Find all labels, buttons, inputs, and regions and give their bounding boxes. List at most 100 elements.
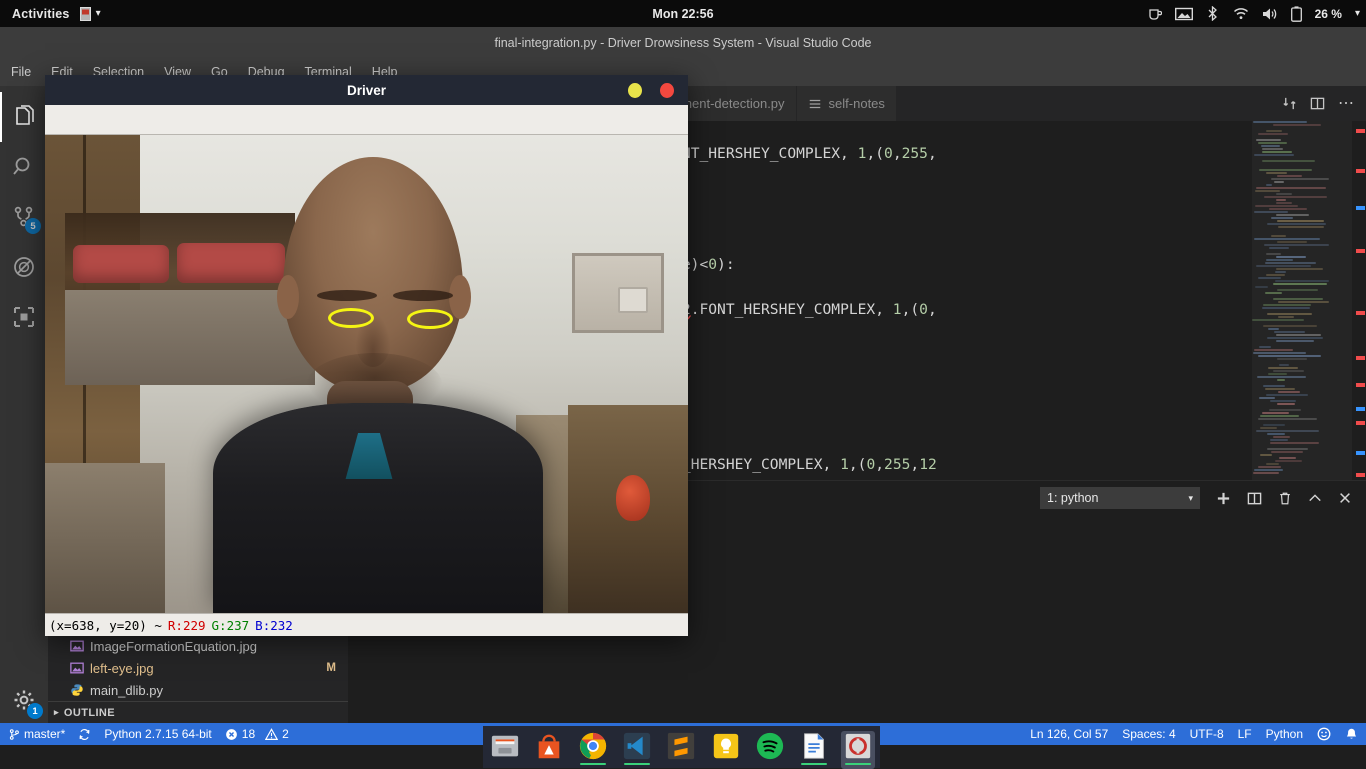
screenshot-icon[interactable] — [1175, 7, 1193, 21]
overview-ruler-mark — [1356, 473, 1365, 477]
error-icon — [225, 728, 238, 741]
code-token: , — [893, 145, 902, 162]
activities-button[interactable]: Activities — [0, 7, 80, 21]
overview-ruler-mark — [1356, 311, 1365, 315]
running-indicator — [845, 763, 871, 766]
overview-ruler-mark — [1356, 451, 1365, 455]
manage-badge: 1 — [27, 703, 43, 719]
list-icon — [808, 97, 822, 111]
app-menu[interactable]: ▾ — [80, 7, 101, 21]
status-problems[interactable]: 18 2 — [225, 727, 289, 741]
kill-terminal-icon[interactable] — [1278, 491, 1292, 506]
driver-window-title: Driver — [347, 83, 386, 98]
wifi-icon[interactable] — [1233, 7, 1249, 20]
status-eol[interactable]: LF — [1238, 727, 1252, 741]
files-icon — [13, 105, 37, 129]
overview-ruler-mark — [1356, 356, 1365, 360]
more-actions-icon[interactable]: ⋯ — [1338, 99, 1354, 109]
split-editor-icon[interactable] — [1310, 96, 1325, 111]
status-branch[interactable]: master* — [8, 727, 65, 741]
tab-self-notes[interactable]: self-notes — [797, 86, 897, 121]
sidebar-item-source-control[interactable]: 5 — [0, 192, 48, 242]
new-terminal-icon[interactable] — [1216, 491, 1231, 506]
list-item[interactable]: ImageFormationEquation.jpg — [48, 635, 348, 657]
dock-item-notes[interactable] — [709, 731, 743, 769]
split-terminal-icon[interactable] — [1247, 491, 1262, 506]
left-eye-marker — [328, 308, 374, 328]
dock-item-ubuntu-software[interactable] — [532, 731, 566, 769]
outline-section-header[interactable]: ▸ OUTLINE — [48, 701, 348, 723]
overview-ruler-mark — [1356, 249, 1365, 253]
status-bar-right: Ln 126, Col 57 Spaces: 4 UTF-8 LF Python — [1030, 727, 1358, 741]
code-token: 0 — [866, 456, 875, 473]
overview-ruler-mark — [1356, 421, 1365, 425]
red-object — [616, 475, 650, 521]
bluetooth-icon[interactable] — [1206, 6, 1220, 21]
driver-window-controls — [628, 83, 674, 98]
overview-ruler-mark — [1356, 129, 1365, 133]
branch-name: master* — [24, 727, 65, 741]
editor-tab-actions: ⋯ — [1282, 86, 1362, 121]
status-sync[interactable] — [78, 728, 91, 741]
code-token: 0 — [919, 301, 928, 318]
list-item[interactable]: main_dlib.py — [48, 679, 348, 701]
pixel-coordinates: (x=638, y=20) ~ — [49, 618, 162, 633]
chevron-right-icon: ▸ — [54, 707, 59, 718]
dock-item-document[interactable] — [797, 731, 831, 769]
sidebar-item-search[interactable] — [0, 142, 48, 192]
python-file-icon — [70, 683, 84, 697]
driver-window[interactable]: Driver — [45, 75, 688, 636]
file-name: main_dlib.py — [90, 683, 330, 698]
vscode-icon — [622, 731, 652, 761]
driver-toolbar[interactable] — [45, 105, 688, 135]
close-panel-icon[interactable] — [1338, 491, 1352, 505]
eyebrow-left — [317, 290, 377, 301]
code-token: 0 — [884, 145, 893, 162]
dock-item-sublime-text[interactable] — [664, 731, 698, 769]
minimize-button[interactable] — [628, 83, 642, 98]
status-interpreter[interactable]: Python 2.7.15 64-bit — [104, 727, 211, 741]
caffeine-icon[interactable] — [1148, 6, 1162, 22]
warning-icon — [265, 728, 278, 741]
terminal-select[interactable]: 1: python ▾ — [1040, 487, 1200, 509]
status-indentation[interactable]: Spaces: 4 — [1122, 727, 1175, 741]
dock-item-opencv-window[interactable] — [841, 731, 875, 769]
battery-percentage: 26 % — [1315, 7, 1342, 21]
status-cursor-position[interactable]: Ln 126, Col 57 — [1030, 727, 1108, 741]
split-vertical-icon[interactable] — [1282, 96, 1297, 111]
dock-item-vscode[interactable] — [620, 731, 654, 769]
bell-icon[interactable] — [1345, 727, 1358, 741]
close-button[interactable] — [660, 83, 674, 98]
list-item[interactable]: left-eye.jpg M — [48, 657, 348, 679]
battery-icon[interactable] — [1291, 6, 1302, 22]
git-status: M — [326, 662, 336, 674]
status-encoding[interactable]: UTF-8 — [1190, 727, 1224, 741]
status-language-mode[interactable]: Python — [1266, 727, 1303, 741]
webcam-feed[interactable] — [45, 135, 688, 613]
code-token: ,( — [866, 145, 884, 162]
sidebar-item-debug[interactable] — [0, 242, 48, 292]
manage-settings-button[interactable]: 1 — [0, 683, 48, 717]
gnome-top-bar: Activities ▾ Mon 22:56 — [0, 0, 1366, 27]
vscode-title-bar: final-integration.py - Driver Drowsiness… — [0, 27, 1366, 58]
maximize-panel-icon[interactable] — [1308, 491, 1322, 505]
wall-socket — [618, 287, 648, 313]
code-token: ): — [717, 256, 735, 273]
app-menu-arrow: ▾ — [96, 8, 101, 19]
file-manager-icon — [490, 731, 520, 761]
dock-item-spotify[interactable] — [753, 731, 787, 769]
driver-title-bar[interactable]: Driver — [45, 75, 688, 105]
smiley-icon[interactable] — [1317, 727, 1331, 741]
overview-ruler-mark — [1356, 407, 1365, 411]
volume-icon[interactable] — [1262, 7, 1278, 21]
pixel-red-value: R:229 — [168, 618, 206, 633]
menu-file[interactable]: File — [8, 63, 34, 81]
sidebar-item-extensions[interactable] — [0, 292, 48, 342]
dock-item-chrome[interactable] — [576, 731, 610, 769]
system-menu-arrow[interactable]: ▾ — [1355, 8, 1360, 19]
system-indicators[interactable]: 26 % ▾ — [1148, 0, 1360, 27]
activity-bar: 5 — [0, 86, 48, 723]
file-name: ImageFormationEquation.jpg — [90, 639, 330, 654]
sidebar-item-explorer[interactable] — [0, 92, 48, 142]
dock-item-files[interactable] — [488, 731, 522, 769]
